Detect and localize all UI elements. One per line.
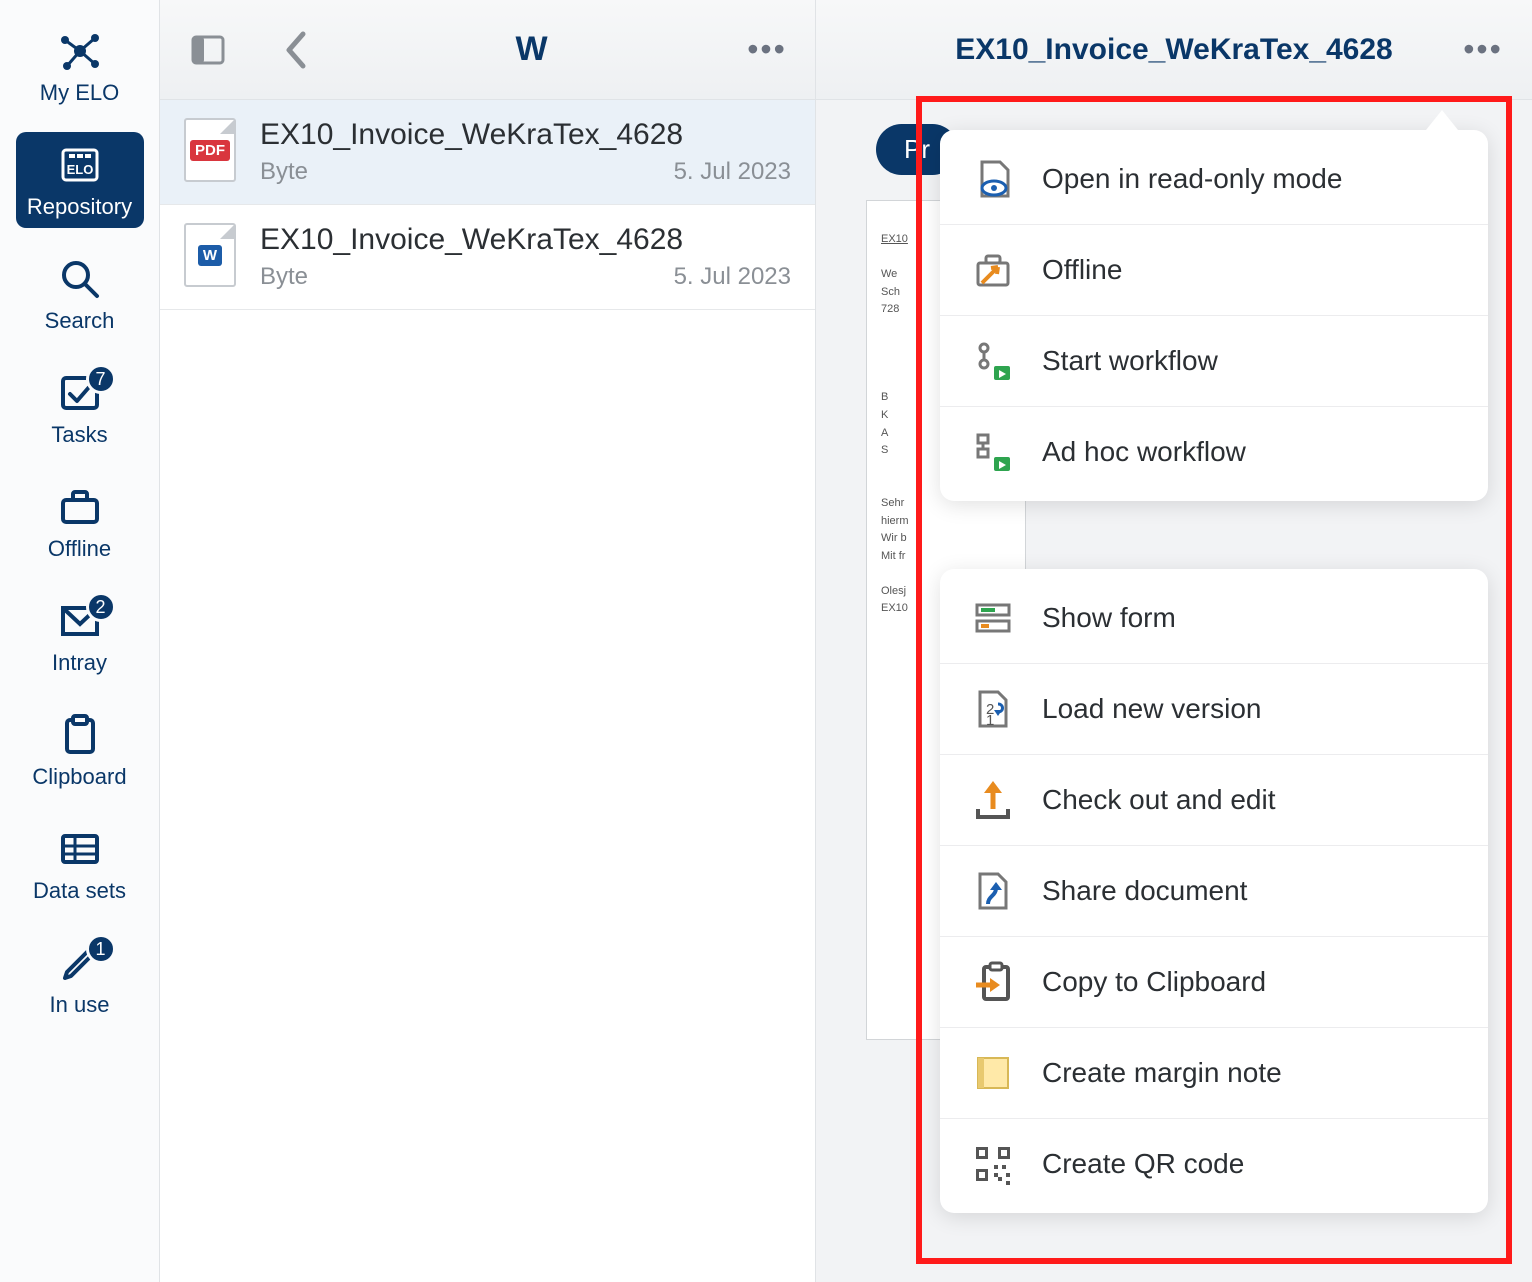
word-file-icon: W (184, 223, 236, 287)
repository-icon: ELO (54, 142, 106, 188)
menu-label: Load new version (1042, 693, 1261, 725)
nav-search[interactable]: Search (16, 246, 144, 342)
nav-label: Search (45, 308, 115, 334)
tasks-badge: 7 (86, 364, 116, 394)
network-icon (54, 28, 106, 74)
list-header: W ••• (160, 0, 815, 100)
nav-label: Data sets (33, 878, 126, 904)
row-title: EX10_Invoice_WeKraTex_4628 (260, 223, 791, 257)
intray-icon: 2 (54, 598, 106, 644)
intray-badge: 2 (86, 592, 116, 622)
workflow-icon (970, 338, 1016, 384)
list-title: W (320, 30, 743, 69)
menu-label: Open in read-only mode (1042, 163, 1342, 195)
checkout-icon (970, 777, 1016, 823)
nav-inuse[interactable]: 1 In use (16, 930, 144, 1026)
nav-label: Clipboard (32, 764, 126, 790)
eye-document-icon (970, 156, 1016, 202)
nav-label: In use (50, 992, 110, 1018)
nav-label: Repository (27, 194, 132, 220)
inuse-badge: 1 (86, 934, 116, 964)
nav-clipboard[interactable]: Clipboard (16, 702, 144, 798)
nav-label: My ELO (40, 80, 119, 106)
pdf-file-icon: PDF (184, 118, 236, 182)
row-title: EX10_Invoice_WeKraTex_4628 (260, 118, 791, 152)
nav-label: Offline (48, 536, 111, 562)
svg-text:1: 1 (986, 712, 994, 729)
new-version-icon: 21 (970, 686, 1016, 732)
nav-repository[interactable]: ELO Repository (16, 132, 144, 228)
menu-start-workflow[interactable]: Start workflow (940, 315, 1488, 406)
qr-icon (970, 1141, 1016, 1187)
menu-create-margin-note[interactable]: Create margin note (940, 1027, 1488, 1118)
nav-offline[interactable]: Offline (16, 474, 144, 570)
row-meta-left: Byte (260, 158, 308, 186)
context-menu: Open in read-only mode Offline Start wor… (940, 130, 1488, 1213)
menu-label: Share document (1042, 875, 1247, 907)
menu-open-readonly[interactable]: Open in read-only mode (940, 134, 1488, 224)
nav-tasks[interactable]: 7 Tasks (16, 360, 144, 456)
svg-text:ELO: ELO (66, 162, 93, 177)
nav-myelo[interactable]: My ELO (16, 18, 144, 114)
menu-adhoc-workflow[interactable]: Ad hoc workflow (940, 406, 1488, 497)
share-icon (970, 868, 1016, 914)
menu-group-2: Show form 21 Load new version Check out … (940, 569, 1488, 1213)
sidebar-toggle-button[interactable] (184, 26, 232, 74)
pencil-icon: 1 (54, 940, 106, 986)
row-body: EX10_Invoice_WeKraTex_4628 Byte 5. Jul 2… (260, 223, 791, 291)
list-row[interactable]: PDF EX10_Invoice_WeKraTex_4628 Byte 5. J… (160, 100, 815, 205)
clipboard-icon (54, 712, 106, 758)
back-button[interactable] (272, 26, 320, 74)
note-icon (970, 1050, 1016, 1096)
menu-label: Ad hoc workflow (1042, 436, 1246, 468)
list-row[interactable]: W EX10_Invoice_WeKraTex_4628 Byte 5. Jul… (160, 205, 815, 310)
menu-offline[interactable]: Offline (940, 224, 1488, 315)
menu-load-new-version[interactable]: 21 Load new version (940, 663, 1488, 754)
nav-label: Intray (52, 650, 107, 676)
form-icon (970, 595, 1016, 641)
row-meta-right: 5. Jul 2023 (674, 263, 791, 291)
nav-label: Tasks (51, 422, 107, 448)
datasets-icon (54, 826, 106, 872)
menu-show-form[interactable]: Show form (940, 573, 1488, 663)
nav-datasets[interactable]: Data sets (16, 816, 144, 912)
row-meta-right: 5. Jul 2023 (674, 158, 791, 186)
menu-label: Create QR code (1042, 1148, 1244, 1180)
menu-group-1: Open in read-only mode Offline Start wor… (940, 130, 1488, 501)
copy-clipboard-icon (970, 959, 1016, 1005)
briefcase-icon (54, 484, 106, 530)
preview-header: EX10_Invoice_WeKraTex_4628 ••• (816, 0, 1532, 100)
menu-label: Offline (1042, 254, 1122, 286)
list-more-button[interactable]: ••• (743, 26, 791, 74)
nav-intray[interactable]: 2 Intray (16, 588, 144, 684)
menu-share-document[interactable]: Share document (940, 845, 1488, 936)
menu-label: Start workflow (1042, 345, 1218, 377)
preview-more-button[interactable]: ••• (1458, 25, 1508, 75)
tasks-icon: 7 (54, 370, 106, 416)
nav-rail: My ELO ELO Repository Search 7 Tasks (0, 0, 160, 1282)
menu-label: Check out and edit (1042, 784, 1276, 816)
menu-label: Show form (1042, 602, 1176, 634)
menu-copy-clipboard[interactable]: Copy to Clipboard (940, 936, 1488, 1027)
menu-check-out-edit[interactable]: Check out and edit (940, 754, 1488, 845)
row-body: EX10_Invoice_WeKraTex_4628 Byte 5. Jul 2… (260, 118, 791, 186)
row-meta-left: Byte (260, 263, 308, 291)
adhoc-workflow-icon (970, 429, 1016, 475)
menu-create-qr[interactable]: Create QR code (940, 1118, 1488, 1209)
menu-label: Create margin note (1042, 1057, 1282, 1089)
list-panel: W ••• PDF EX10_Invoice_WeKraTex_4628 Byt… (160, 0, 816, 1282)
search-icon (54, 256, 106, 302)
offline-icon (970, 247, 1016, 293)
menu-label: Copy to Clipboard (1042, 966, 1266, 998)
preview-title: EX10_Invoice_WeKraTex_4628 (890, 33, 1458, 67)
